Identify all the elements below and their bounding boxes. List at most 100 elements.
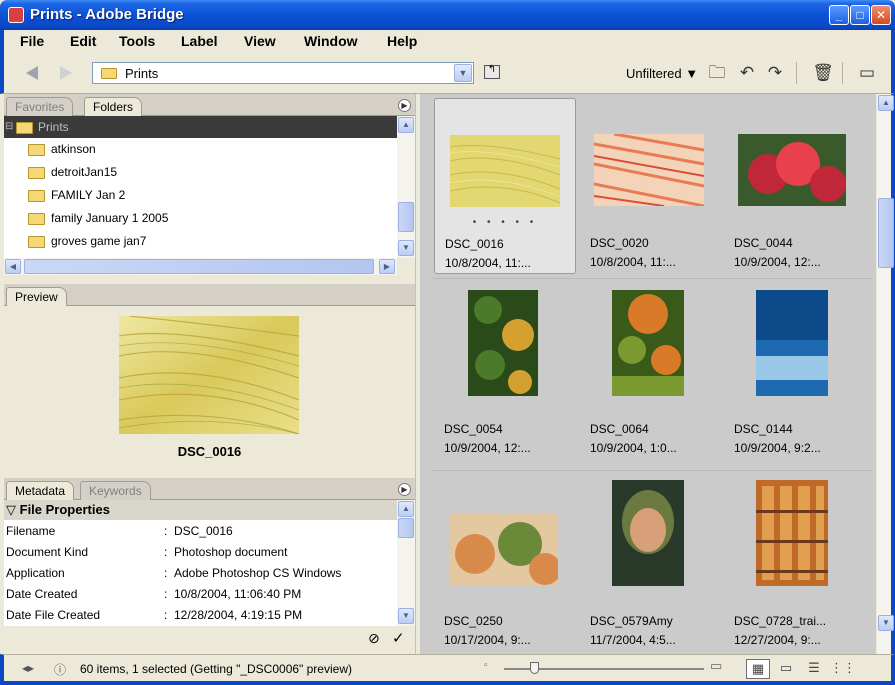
rotate-cw-icon[interactable]: ↷	[764, 62, 786, 84]
folder-tree-hscrollbar[interactable]: ◀ ▶	[4, 258, 397, 275]
filmstrip-view-icon[interactable]: ▭	[774, 659, 798, 679]
minimize-button[interactable]: _	[829, 5, 849, 25]
details-view-icon[interactable]: ☰	[802, 659, 826, 679]
trash-icon[interactable]: 🗑	[812, 62, 834, 84]
small-thumb-icon[interactable]: ▫	[484, 660, 488, 671]
new-folder-icon[interactable]: 🗀	[706, 62, 728, 84]
metadata-row: Filename : DSC_0016	[6, 524, 233, 538]
thumbnail-cell[interactable]: DSC_0579Amy 11/7/2004, 4:5...	[580, 476, 722, 652]
maximize-button[interactable]: □	[850, 5, 870, 25]
thumbnail-cell[interactable]: DSC_0144 10/9/2004, 9:2...	[724, 284, 866, 460]
expand-icon[interactable]: ⊟	[5, 116, 13, 138]
tree-item-prints[interactable]: ⊟ Prints	[4, 116, 397, 138]
scroll-thumb[interactable]	[398, 202, 414, 232]
toolbar-divider	[796, 62, 797, 84]
hscroll-thumb[interactable]	[24, 259, 374, 274]
thumbnail-date: 10/9/2004, 1:0...	[590, 441, 677, 455]
thumbnail-cell[interactable]: DSC_0020 10/8/2004, 11:...	[580, 98, 722, 274]
thumbnail-name: DSC_0016	[445, 237, 504, 251]
folder-tree: ⊟ Prints atkinson detroitJan15 FAMILY Ja…	[4, 116, 397, 258]
scroll-down-icon[interactable]: ▼	[398, 240, 414, 256]
thumbnail-name: DSC_0064	[590, 422, 649, 436]
toolbar: Prints ▼ ↰ Unfiltered ▼ 🗀 ↶ ↷ 🗑 ▭	[0, 52, 895, 94]
tab-metadata[interactable]: Metadata	[6, 481, 75, 500]
folder-tree-scrollbar[interactable]: ▲ ▼	[397, 116, 415, 258]
thumbnail-name: DSC_0728_trai...	[734, 614, 827, 628]
tab-preview[interactable]: Preview	[6, 287, 67, 306]
thumbnail-image	[756, 290, 828, 396]
metadata-footer: ⊘ ✓	[4, 626, 415, 652]
apply-check-icon[interactable]: ✓	[392, 629, 405, 647]
thumbnail-image	[450, 514, 558, 586]
menu-tools[interactable]: Tools	[119, 33, 155, 49]
slider-knob[interactable]	[529, 662, 539, 674]
menu-edit[interactable]: Edit	[70, 33, 96, 49]
thumbnail-name: DSC_0579Amy	[590, 614, 673, 628]
title-bar: Prints - Adobe Bridge _ □ ✕	[0, 0, 895, 30]
thumbnail-cell[interactable]: DSC_0064 10/9/2004, 1:0...	[580, 284, 722, 460]
panel-menu-icon[interactable]: ▶	[398, 483, 411, 496]
preview-image	[119, 316, 299, 434]
thumbnail-date: 12/27/2004, 9:...	[734, 633, 821, 647]
scroll-right-icon[interactable]: ▶	[379, 259, 395, 274]
scroll-up-icon[interactable]: ▲	[398, 117, 414, 133]
menu-window[interactable]: Window	[304, 33, 358, 49]
scroll-thumb[interactable]	[878, 198, 894, 268]
scroll-left-icon[interactable]: ◀	[5, 259, 21, 274]
thumbnail-date: 10/9/2004, 9:2...	[734, 441, 821, 455]
status-text: 60 items, 1 selected (Getting "_DSC0006"…	[80, 662, 352, 676]
file-properties-header[interactable]: ▽ File Properties	[4, 500, 397, 520]
metadata-row: Date File Created : 12/28/2004, 4:19:15 …	[6, 608, 303, 622]
up-folder-icon[interactable]: ↰	[484, 64, 500, 79]
thumbnail-cell[interactable]: DSC_0728_trai... 12/27/2004, 9:...	[724, 476, 866, 652]
folders-tabstrip: Favorites Folders ▶	[4, 94, 415, 116]
tab-keywords[interactable]: Keywords	[80, 481, 151, 500]
thumbnail-date: 10/9/2004, 12:...	[734, 255, 821, 269]
thumbnail-date: 10/8/2004, 11:...	[590, 255, 676, 269]
menu-label[interactable]: Label	[181, 33, 218, 49]
path-dropdown-button[interactable]: ▼	[454, 64, 472, 82]
collapse-triangle-icon[interactable]: ▽	[6, 502, 16, 517]
bridge-app-icon[interactable]	[8, 7, 24, 23]
scroll-down-icon[interactable]: ▼	[398, 608, 414, 624]
versions-view-icon[interactable]: ⋮⋮	[830, 659, 856, 679]
menu-help[interactable]: Help	[387, 33, 417, 49]
scroll-down-icon[interactable]: ▼	[878, 615, 894, 631]
preview-tabstrip: Preview	[4, 284, 415, 306]
content-scrollbar[interactable]: ▲ ▼	[877, 94, 895, 654]
info-icon: ⓘ	[54, 663, 67, 677]
thumbnail-cell[interactable]: • • • • • DSC_0016 10/8/2004, 11:...	[434, 98, 576, 274]
path-dropdown[interactable]: Prints ▼	[92, 62, 474, 84]
toolbar-divider	[842, 62, 843, 84]
thumbnail-cell[interactable]: DSC_0044 10/9/2004, 12:...	[724, 98, 866, 274]
panel-toggle-icon[interactable]: ◂▸	[22, 661, 34, 675]
large-thumb-icon[interactable]: ▭	[710, 658, 722, 674]
tab-favorites[interactable]: Favorites	[6, 97, 74, 116]
menu-view[interactable]: View	[244, 33, 276, 49]
thumbnails-view-icon[interactable]: ▦	[746, 659, 770, 679]
filter-dropdown[interactable]: Unfiltered ▼	[626, 66, 698, 81]
back-arrow-icon[interactable]	[26, 66, 38, 80]
thumbnail-cell[interactable]: DSC_0250 10/17/2004, 9:...	[434, 476, 576, 652]
close-button[interactable]: ✕	[871, 5, 891, 25]
metadata-scrollbar[interactable]: ▲ ▼	[397, 500, 415, 626]
left-panel: Favorites Folders ▶ ⊟ Prints atkinson de…	[4, 94, 415, 654]
scroll-up-icon[interactable]: ▲	[398, 501, 414, 517]
rating-stars[interactable]: • • • • •	[435, 217, 575, 228]
thumbnail-image	[594, 134, 704, 206]
window-title: Prints - Adobe Bridge	[30, 6, 184, 23]
scroll-up-icon[interactable]: ▲	[878, 95, 894, 111]
panel-menu-icon[interactable]: ▶	[398, 99, 411, 112]
row-divider	[432, 278, 872, 279]
forward-arrow-icon[interactable]	[60, 66, 72, 80]
metadata-row: Document Kind : Photoshop document	[6, 545, 288, 559]
metadata-row: Date Created : 10/8/2004, 11:06:40 PM	[6, 587, 302, 601]
menu-file[interactable]: File	[20, 33, 44, 49]
tab-folders[interactable]: Folders	[84, 97, 143, 116]
compact-mode-icon[interactable]: ▭	[856, 62, 878, 84]
scroll-thumb[interactable]	[398, 518, 414, 538]
cancel-icon[interactable]: ⊘	[368, 630, 380, 647]
folder-icon	[16, 122, 33, 134]
thumbnail-cell[interactable]: DSC_0054 10/9/2004, 12:...	[434, 284, 576, 460]
rotate-ccw-icon[interactable]: ↶	[736, 62, 758, 84]
